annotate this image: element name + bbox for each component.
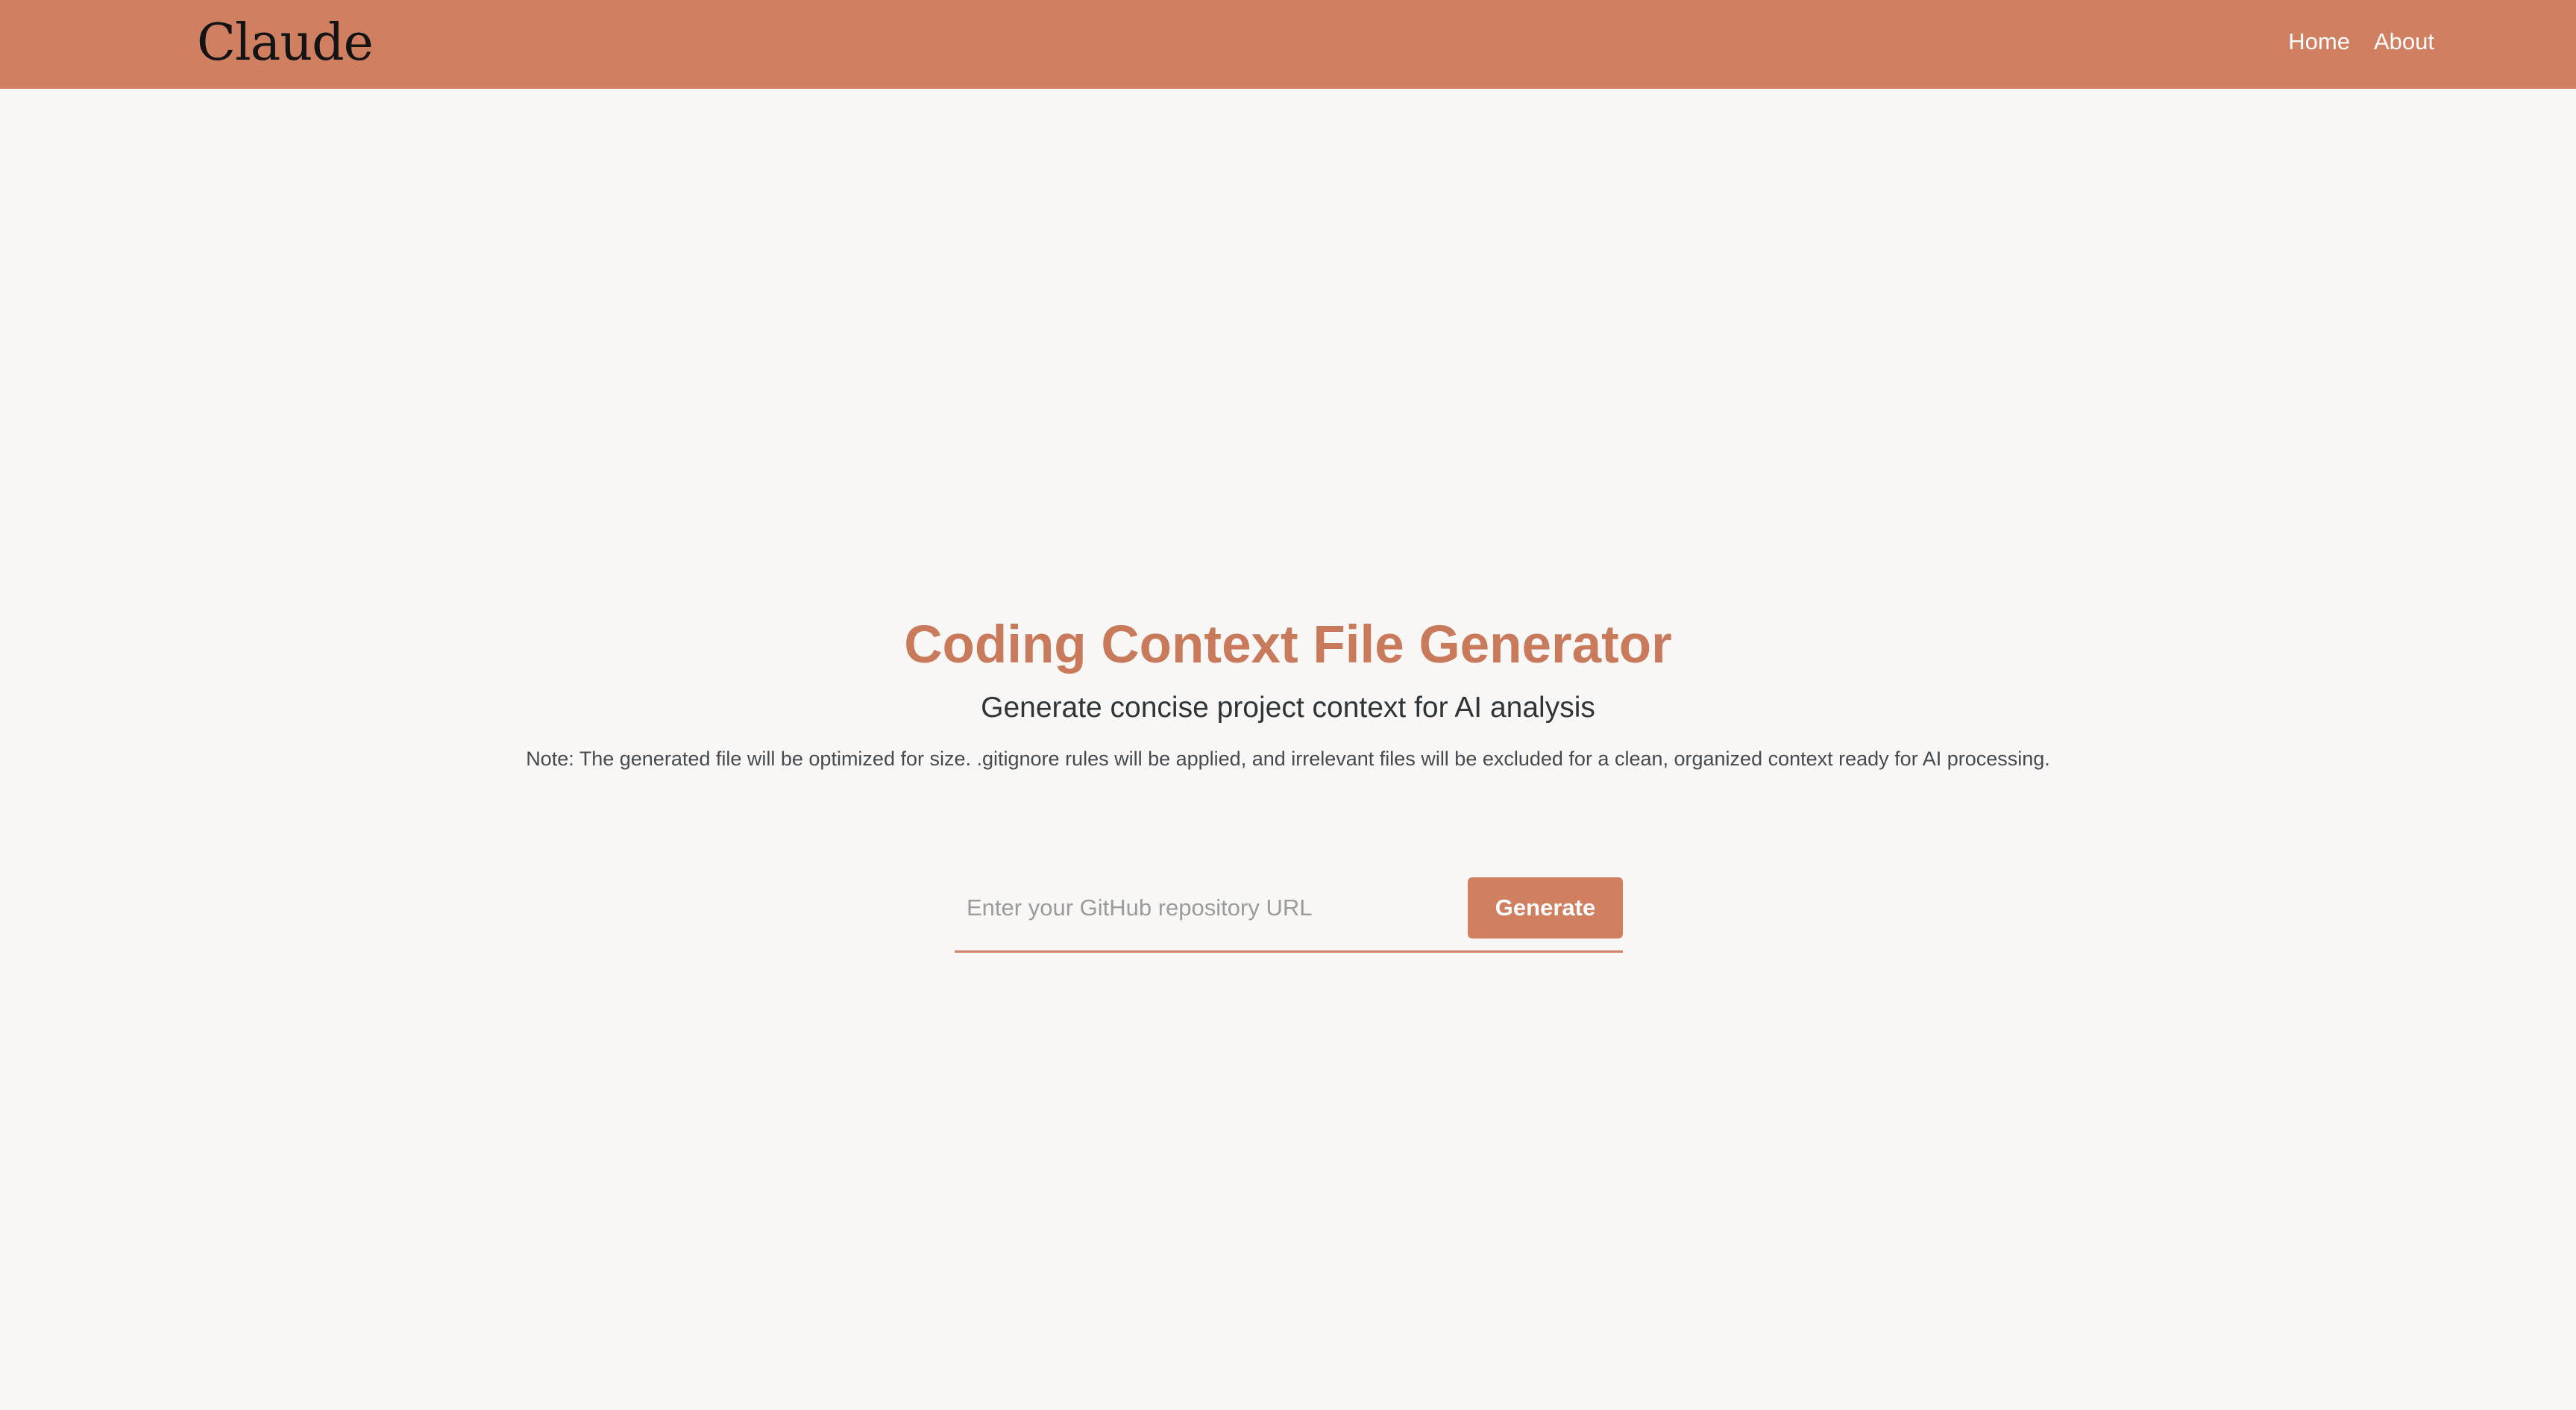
nav-link-about[interactable]: About (2374, 27, 2434, 57)
page-subtitle: Generate concise project context for AI … (981, 692, 1595, 724)
repo-url-input[interactable] (955, 882, 1486, 934)
nav-link-home[interactable]: Home (2288, 27, 2350, 57)
hero-section: Coding Context File Generator Generate c… (0, 612, 2576, 771)
main-nav: Home About (2288, 27, 2434, 57)
repo-url-form: Generate (955, 876, 1623, 953)
page-title: Coding Context File Generator (904, 615, 1672, 674)
generate-button[interactable]: Generate (1468, 877, 1623, 939)
info-note: Note: The generated file will be optimiz… (526, 748, 2050, 770)
claude-logo[interactable]: Claude (197, 12, 374, 75)
top-navigation-bar: Claude Home About (0, 0, 2576, 89)
